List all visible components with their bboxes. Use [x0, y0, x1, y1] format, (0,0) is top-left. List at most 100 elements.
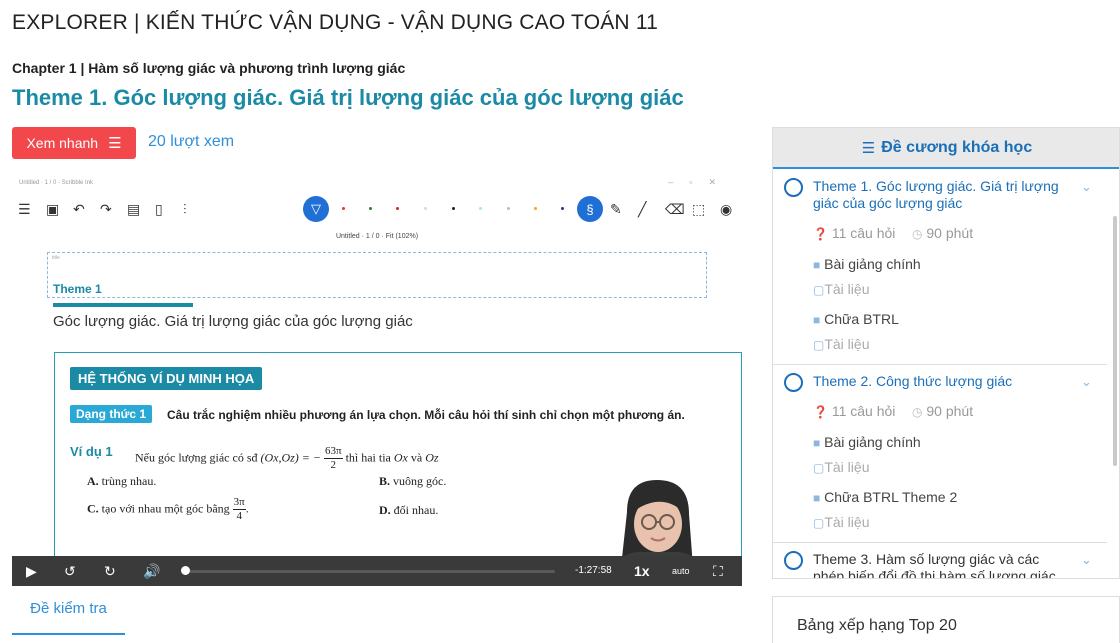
volume-icon[interactable]: 🔊 — [143, 563, 160, 579]
video-controls: ▶ ↺ ↻ 🔊 -1:27:58 1x auto ⛶ — [12, 556, 742, 586]
forward-icon[interactable]: ↻ — [104, 563, 116, 579]
lecture-item[interactable]: ■ Bài giảng chính — [813, 434, 921, 450]
lecture-item[interactable]: ■ Chữa BTRL Theme 2 — [813, 489, 957, 505]
clock-icon: ◷ — [912, 405, 923, 419]
option-c: C. tạo với nhau một góc bằng 3π 4 . — [87, 496, 249, 522]
example-label: Ví dụ 1 — [70, 444, 113, 459]
outline-header: ☰ Đề cương khóa học — [773, 128, 1119, 169]
lecture-item[interactable]: ■ Chữa BTRL — [813, 311, 899, 327]
question-icon: ❓ — [813, 405, 828, 419]
lasso-icon: § — [577, 196, 603, 222]
video-player[interactable]: Untitled · 1 / 0 · Scribble Ink –▫✕ ☰ ▣ … — [12, 172, 742, 586]
section-title[interactable]: Theme 3. Hàm số lượng giác và các phép b… — [813, 551, 1073, 578]
pdf-icon: ▢ — [813, 516, 825, 530]
paste-icon: ▤ — [127, 201, 141, 217]
video-icon: ■ — [813, 313, 821, 327]
section-status-circle — [784, 178, 803, 197]
section-title[interactable]: Theme 1. Góc lượng giác. Giá trị lượng g… — [813, 178, 1073, 212]
title-frame-label: title — [52, 255, 60, 261]
list-icon: ☰ — [108, 135, 122, 152]
section-status-circle — [784, 551, 803, 570]
slide-lesson-title: Góc lượng giác. Giá trị lượng giác của g… — [53, 313, 413, 330]
play-icon[interactable]: ▶ — [26, 563, 37, 579]
eye-icon: ◉ — [720, 201, 733, 217]
form-description: Câu trắc nghiệm nhiều phương án lựa chọn… — [167, 408, 685, 422]
document-link[interactable]: ▢Tài liệu — [813, 514, 869, 530]
pdf-icon: ▢ — [813, 283, 825, 297]
duration: ◷ 90 phút — [912, 225, 974, 241]
pen-color-swatch — [561, 207, 564, 210]
chevron-down-icon[interactable]: ⌄ — [1081, 552, 1092, 568]
tab-test[interactable]: Đề kiểm tra — [12, 600, 125, 617]
fraction-denominator: 2 — [330, 459, 337, 471]
lecture-item[interactable]: ■ Bài giảng chính — [813, 256, 921, 272]
page-icon: ▯ — [155, 201, 163, 217]
video-icon: ■ — [813, 491, 821, 505]
menu-icon: ☰ — [18, 201, 31, 217]
view-count: 20 lượt xem — [148, 133, 235, 150]
outline-header-label: Đề cương khóa học — [881, 138, 1033, 156]
document-link[interactable]: ▢Tài liệu — [813, 336, 869, 352]
math-expression: (Ox,Oz) = − — [260, 450, 321, 465]
question-icon: ❓ — [813, 227, 828, 241]
pen-color-swatch — [369, 207, 372, 210]
quick-view-button[interactable]: Xem nhanh ☰ — [12, 127, 136, 159]
duration: ◷ 90 phút — [912, 403, 974, 419]
question-count: ❓ 11 câu hỏi — [813, 403, 896, 419]
video-icon: ■ — [813, 258, 821, 272]
clock-icon: ◷ — [912, 227, 923, 241]
document-link[interactable]: ▢Tài liệu — [813, 281, 869, 297]
course-page: EXPLORER | KIẾN THỨC VẬN DỤNG - VẬN DỤNG… — [0, 0, 1120, 643]
option-a: A. trùng nhau. — [87, 474, 157, 488]
divider — [773, 542, 1107, 543]
theme-underline — [53, 303, 193, 307]
title-frame: title — [47, 252, 707, 298]
progress-bar[interactable] — [181, 570, 555, 573]
window-controls: –▫✕ — [668, 177, 732, 187]
video-icon: ■ — [813, 436, 821, 450]
fraction-numerator: 63π — [324, 445, 343, 459]
document-link[interactable]: ▢Tài liệu — [813, 459, 869, 475]
option-d: D. đối nhau. — [379, 503, 439, 517]
tab-active-indicator — [12, 633, 125, 635]
pen-color-swatch — [452, 207, 455, 210]
pen-color-swatch — [424, 207, 427, 210]
pen-color-swatch — [507, 207, 510, 210]
form-tag: Dạng thức 1 — [70, 405, 153, 423]
document-status: Untitled · 1 / 0 · Fit (102%) — [335, 233, 419, 240]
outline-scrollbar[interactable] — [1113, 216, 1117, 466]
pen-color-swatch — [396, 207, 399, 210]
line-icon: ╱ — [638, 201, 647, 217]
option-b: B. vuông góc. — [379, 474, 447, 488]
slide-banner: HỆ THỐNG VÍ DỤ MINH HỌA — [70, 367, 263, 390]
chevron-down-icon[interactable]: ⌄ — [1081, 179, 1092, 195]
pdf-icon: ▢ — [813, 338, 825, 352]
quick-view-label: Xem nhanh — [26, 135, 99, 151]
undo-icon: ↶ — [73, 201, 85, 217]
progress-handle[interactable] — [180, 566, 190, 575]
pen-color-swatch — [479, 207, 482, 210]
speed-button[interactable]: 1x — [634, 563, 650, 579]
rewind-icon[interactable]: ↺ — [64, 563, 76, 579]
leaderboard-panel: Bảng xếp hạng Top 20 — [772, 596, 1120, 643]
scribble-app-title: Untitled · 1 / 0 · Scribble Ink — [19, 180, 94, 186]
slide-theme-label: Theme 1 — [53, 282, 102, 296]
fullscreen-icon[interactable]: ⛶ — [713, 563, 723, 579]
quality-button[interactable]: auto — [672, 566, 690, 576]
question-count: ❓ 11 câu hỏi — [813, 225, 896, 241]
leaderboard-title: Bảng xếp hạng Top 20 — [797, 617, 957, 634]
chapter-label: Chapter 1 | Hàm số lượng giác và phương … — [12, 60, 406, 76]
save-icon: ▣ — [46, 201, 60, 217]
page-title: Theme 1. Góc lượng giác. Giá trị lượng g… — [12, 85, 684, 110]
course-outline: ☰ Đề cương khóa học Theme 1. Góc lượng g… — [772, 127, 1120, 579]
select-icon: ⬚ — [692, 201, 706, 217]
section-title[interactable]: Theme 2. Công thức lượng giác — [813, 373, 1073, 390]
sliders-icon: ⫶ — [183, 201, 187, 217]
section-status-circle — [784, 373, 803, 392]
eraser-icon: ⌫ — [665, 201, 685, 217]
redo-icon: ↷ — [100, 201, 112, 217]
chevron-down-icon[interactable]: ⌄ — [1081, 374, 1092, 390]
scribble-toolbar: ☰ ▣ ↶ ↷ ▤ ▯ ⫶ ▽ § ✎ ╱ ⌫ ⬚ ◉ — [12, 196, 742, 222]
pen-color-swatch — [534, 207, 537, 210]
course-title: EXPLORER | KIẾN THỨC VẬN DỤNG - VẬN DỤNG… — [12, 11, 659, 34]
